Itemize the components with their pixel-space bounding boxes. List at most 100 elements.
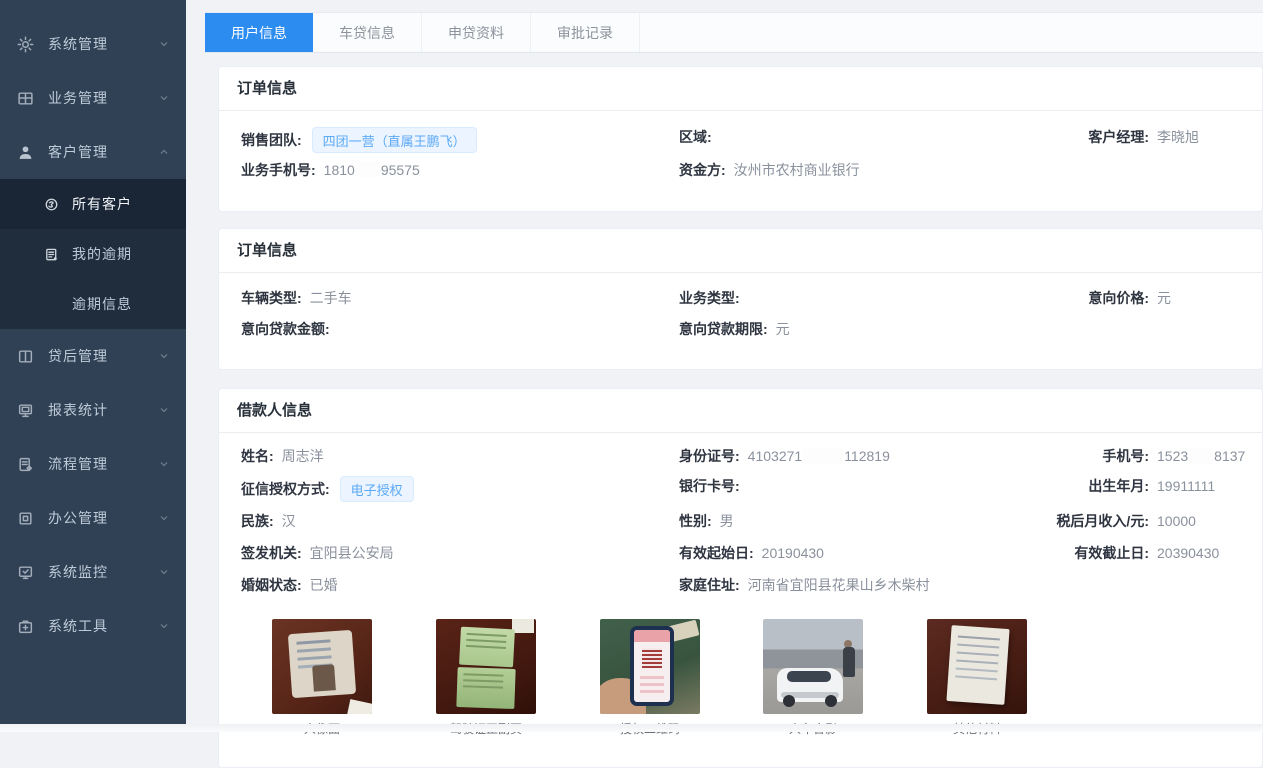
user-icon xyxy=(16,143,34,161)
person-with-car-photo[interactable] xyxy=(763,619,863,714)
card-title: 借款人信息 xyxy=(219,389,1262,433)
name-label: 姓名: xyxy=(241,446,274,466)
tab-user-info[interactable]: 用户信息 xyxy=(205,13,313,52)
bank-card-label: 银行卡号: xyxy=(679,476,740,496)
sidebar-item-label: 流程管理 xyxy=(48,454,158,474)
account-manager-label: 客户经理: xyxy=(919,127,1149,147)
gender-value: 男 xyxy=(720,511,734,531)
intent-loan-amount-label: 意向贷款金额: xyxy=(241,319,330,339)
sidebar-submenu-customer: 所有客户 我的逾期 逾期信息 xyxy=(0,179,186,329)
chevron-down-icon xyxy=(158,512,170,524)
phone-value: 15238137 xyxy=(1157,448,1245,464)
order-info-card-1: 订单信息 销售团队: 四团一营（直属王鹏飞） 区域: 客户经理: 李晓旭 业务手… xyxy=(218,66,1263,212)
sidebar-item-report-statistics[interactable]: 报表统计 xyxy=(0,383,186,437)
sidebar-item-label: 我的逾期 xyxy=(72,244,170,264)
marital-status-label: 婚姻状态: xyxy=(241,575,302,595)
masked-digits xyxy=(1189,448,1213,464)
sidebar-item-label: 业务管理 xyxy=(48,88,158,108)
chevron-down-icon xyxy=(158,620,170,632)
birth-date-value: 19911111 xyxy=(1157,478,1215,494)
photo-item: 人车合影 xyxy=(763,619,863,714)
document-icon xyxy=(42,245,60,263)
sidebar: 系统管理 业务管理 客户管理 所有客户 我的逾期 逾期信息 xyxy=(0,0,186,726)
grid-icon xyxy=(16,89,34,107)
monitor-icon xyxy=(16,401,34,419)
sidebar-item-label: 系统工具 xyxy=(48,616,158,636)
sidebar-item-label: 所有客户 xyxy=(72,194,170,214)
id-card-portrait-photo[interactable] xyxy=(272,619,372,714)
toolbox-icon xyxy=(16,617,34,635)
sidebar-item-business-management[interactable]: 业务管理 xyxy=(0,71,186,125)
business-phone-label: 业务手机号: xyxy=(241,160,316,180)
birth-date-label: 出生年月: xyxy=(919,476,1149,496)
sidebar-item-all-customers[interactable]: 所有客户 xyxy=(0,179,186,229)
sales-team-tag: 四团一营（直属王鹏飞） xyxy=(312,127,477,153)
tab-loan-application-docs[interactable]: 申贷资料 xyxy=(422,13,531,52)
valid-from-label: 有效起始日: xyxy=(679,543,754,563)
valid-to-value: 20390430 xyxy=(1157,545,1219,561)
borrower-info-card: 借款人信息 姓名: 周志洋 身份证号: 4103271112819 手机号: 1… xyxy=(218,388,1263,768)
sidebar-item-system-monitor[interactable]: 系统监控 xyxy=(0,545,186,599)
chevron-down-icon xyxy=(158,404,170,416)
chevron-up-icon xyxy=(158,146,170,158)
sidebar-item-overdue-info[interactable]: 逾期信息 xyxy=(0,279,186,329)
sidebar-item-office-management[interactable]: 办公管理 xyxy=(0,491,186,545)
issuing-authority-value: 宜阳县公安局 xyxy=(310,543,394,563)
gear-icon xyxy=(16,35,34,53)
order-info-card-2: 订单信息 车辆类型: 二手车 业务类型: 意向价格: 元 意向贷款金额: 意向贷… xyxy=(218,228,1263,370)
tab-car-loan-info[interactable]: 车贷信息 xyxy=(313,13,422,52)
ethnicity-label: 民族: xyxy=(241,511,274,531)
phone-label: 手机号: xyxy=(919,446,1149,466)
valid-to-label: 有效截止日: xyxy=(919,543,1149,563)
credit-auth-tag: 电子授权 xyxy=(340,476,414,502)
compass-icon xyxy=(42,195,60,213)
sidebar-item-system-tools[interactable]: 系统工具 xyxy=(0,599,186,653)
photo-item: 人像面 xyxy=(272,619,372,714)
sidebar-item-process-management[interactable]: 流程管理 xyxy=(0,437,186,491)
photo-item: 驾驶证正副页 xyxy=(436,619,536,714)
monitor-check-icon xyxy=(16,563,34,581)
tab-approval-records[interactable]: 审批记录 xyxy=(531,13,640,52)
home-address-value: 河南省宜阳县花果山乡木柴村 xyxy=(748,575,930,595)
business-type-label: 业务类型: xyxy=(679,288,740,308)
sidebar-item-postloan-management[interactable]: 贷后管理 xyxy=(0,329,186,383)
sidebar-item-label: 报表统计 xyxy=(48,400,158,420)
sidebar-item-customer-management[interactable]: 客户管理 xyxy=(0,125,186,179)
sales-team-label: 销售团队: xyxy=(241,130,302,150)
home-address-label: 家庭住址: xyxy=(679,575,740,595)
masked-digits xyxy=(803,448,843,464)
chevron-down-icon xyxy=(158,566,170,578)
sidebar-item-label: 系统监控 xyxy=(48,562,158,582)
sidebar-item-label: 客户管理 xyxy=(48,142,158,162)
ethnicity-value: 汉 xyxy=(282,511,296,531)
sidebar-item-label: 办公管理 xyxy=(48,508,158,528)
workflow-icon xyxy=(16,455,34,473)
phone-qr-auth-photo[interactable] xyxy=(600,619,700,714)
sidebar-item-my-overdue[interactable]: 我的逾期 xyxy=(0,229,186,279)
vehicle-type-value: 二手车 xyxy=(310,288,352,308)
sidebar-item-system-management[interactable]: 系统管理 xyxy=(0,17,186,71)
gender-label: 性别: xyxy=(679,511,712,531)
chevron-down-icon xyxy=(158,38,170,50)
account-manager-value: 李晓旭 xyxy=(1157,127,1199,147)
issuing-authority-label: 签发机关: xyxy=(241,543,302,563)
funder-label: 资金方: xyxy=(679,160,726,180)
name-value: 周志洋 xyxy=(282,446,324,466)
chevron-down-icon xyxy=(158,458,170,470)
id-number-value: 4103271112819 xyxy=(748,448,890,464)
monthly-income-label: 税后月收入/元: xyxy=(919,511,1149,531)
book-icon xyxy=(16,347,34,365)
card-title: 订单信息 xyxy=(219,67,1262,111)
monthly-income-value: 10000 xyxy=(1157,513,1196,529)
card-title: 订单信息 xyxy=(219,229,1262,273)
photo-item: 其他材料 xyxy=(927,619,1027,714)
paper-document-photo[interactable] xyxy=(927,619,1027,714)
id-number-label: 身份证号: xyxy=(679,446,740,466)
marital-status-value: 已婚 xyxy=(310,575,338,595)
office-icon xyxy=(16,509,34,527)
horizontal-scrollbar[interactable] xyxy=(0,724,1263,732)
detail-tabs: 用户信息 车贷信息 申贷资料 审批记录 xyxy=(205,12,1263,53)
green-booklet-photo[interactable] xyxy=(436,619,536,714)
vehicle-type-label: 车辆类型: xyxy=(241,288,302,308)
region-label: 区域: xyxy=(679,127,712,147)
